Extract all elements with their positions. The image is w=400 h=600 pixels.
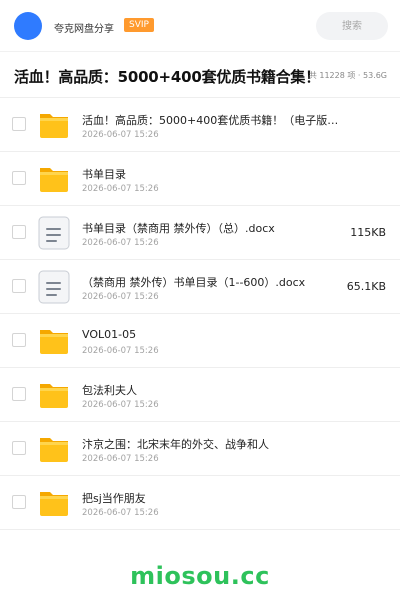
document-icon (38, 216, 70, 250)
header: 夸克网盘分享 SVIP (0, 0, 400, 52)
brand-name: 夸克网盘分享 (54, 24, 114, 35)
svip-badge: SVIP (124, 18, 154, 32)
row-checkbox[interactable] (12, 441, 26, 455)
file-size: 65.1KB (346, 280, 386, 293)
file-name[interactable]: （禁商用 禁外传）书单目录（1--600）.docx (82, 274, 342, 290)
file-name[interactable]: 活血！高品质：5000+400套优质书籍！（电子版… (82, 112, 342, 128)
page-title: 活血！高品质：5000+400套优质书籍合集！ (14, 68, 321, 86)
file-date: 2026-06-07 15:26 (82, 400, 159, 410)
file-row[interactable]: 把sj当作朋友 2026-06-07 15:26 (0, 476, 400, 530)
file-row[interactable]: 汴京之围：北宋末年的外交、战争和人 2026-06-07 15:26 (0, 422, 400, 476)
row-checkbox[interactable] (12, 387, 26, 401)
file-name[interactable]: 书单目录（禁商用 禁外传）（总）.docx (82, 220, 342, 236)
file-name[interactable]: 把sj当作朋友 (82, 490, 342, 506)
file-row[interactable]: 书单目录（禁商用 禁外传）（总）.docx 2026-06-07 15:26 115… (0, 206, 400, 260)
folder-icon (38, 324, 70, 358)
folder-icon (38, 162, 70, 196)
file-row[interactable]: 包法利夫人 2026-06-07 15:26 (0, 368, 400, 422)
row-checkbox[interactable] (12, 279, 26, 293)
file-date: 2026-06-07 15:26 (82, 346, 159, 356)
file-name[interactable]: 汴京之围：北宋末年的外交、战争和人 (82, 436, 342, 452)
title-row: 活血！高品质：5000+400套优质书籍合集！ 共 11228 项 · 53.6… (0, 52, 400, 98)
file-date: 2026-06-07 15:26 (82, 238, 159, 248)
file-row[interactable]: （禁商用 禁外传）书单目录（1--600）.docx 2026-06-07 15:… (0, 260, 400, 314)
search-input[interactable] (316, 12, 388, 40)
row-checkbox[interactable] (12, 333, 26, 347)
file-date: 2026-06-07 15:26 (82, 454, 159, 464)
file-name[interactable]: 书单目录 (82, 166, 342, 182)
avatar[interactable] (14, 12, 42, 40)
row-checkbox[interactable] (12, 117, 26, 131)
folder-icon (38, 378, 70, 412)
document-icon (38, 270, 70, 304)
item-summary: 共 11228 项 · 53.6G (308, 71, 387, 80)
file-name[interactable]: 包法利夫人 (82, 382, 342, 398)
file-row[interactable]: VOL01-05 2026-06-07 15:26 (0, 314, 400, 368)
folder-icon (38, 432, 70, 466)
row-checkbox[interactable] (12, 171, 26, 185)
file-date: 2026-06-07 15:26 (82, 508, 159, 518)
file-size: 115KB (350, 226, 386, 239)
app-root: 夸克网盘分享 SVIP 活血！高品质：5000+400套优质书籍合集！ 共 11… (0, 0, 400, 600)
file-name[interactable]: VOL01-05 (82, 328, 342, 341)
file-date: 2026-06-07 15:26 (82, 130, 159, 140)
folder-icon (38, 108, 70, 142)
file-row[interactable]: 活血！高品质：5000+400套优质书籍！（电子版… 2026-06-07 15:… (0, 98, 400, 152)
folder-icon (38, 486, 70, 520)
file-date: 2026-06-07 15:26 (82, 184, 159, 194)
row-checkbox[interactable] (12, 495, 26, 509)
file-row[interactable]: 书单目录 2026-06-07 15:26 (0, 152, 400, 206)
watermark-brand: miosou.cc (130, 562, 270, 590)
file-date: 2026-06-07 15:26 (82, 292, 159, 302)
file-list: 活血！高品质：5000+400套优质书籍！（电子版… 2026-06-07 15:… (0, 98, 400, 530)
row-checkbox[interactable] (12, 225, 26, 239)
